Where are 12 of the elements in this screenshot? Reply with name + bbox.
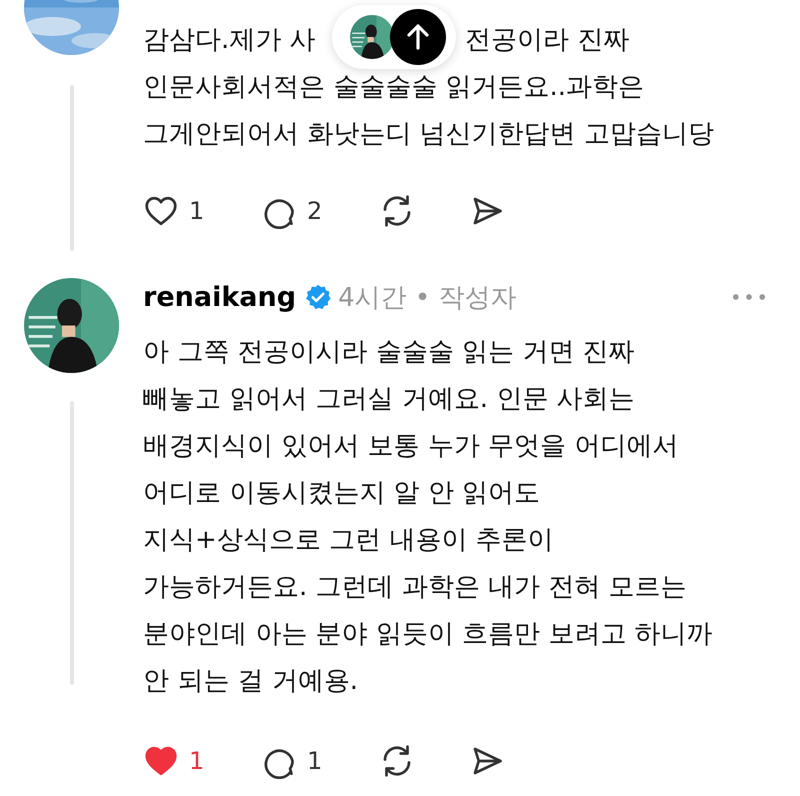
like-count: 1 [189, 197, 204, 225]
reply-count: 2 [307, 197, 322, 225]
username[interactable]: renaikang [143, 282, 296, 312]
comment-text: 감삼다.제가 사 [143, 24, 316, 57]
post-meta: 4시간 • 작성자 [338, 282, 516, 314]
comment-text: 아 그쪽 전공이시라 술술술 읽는 거면 진짜 빼놓고 읽어서 그러실 거예요. 인문 사회는 배경지식이 있어서 보통 누가 무엇을 어디에서 어디로 이동시켰는지 알 안 읽어도 지식+상식으로 그런 내용이 추론이 가능하거든요. 그런데 과학은 내가 전혀 모르는 분야인데 아는 분야 읽듯이 흐름만 보려고 하니까 안 되는 걸 거예용. [143, 336, 714, 698]
comment-text: 인문사회서적은 술술술술 읽거든요..과학은 그게안되어서 화낫는디 넘신기한답변 고맙습니당 [143, 71, 715, 151]
reply-count: 1 [307, 747, 322, 775]
like-count: 1 [189, 747, 204, 775]
comment-text: 전공이라 진짜 [465, 24, 630, 57]
more-options-icon[interactable] [732, 293, 766, 301]
arrow-up-icon[interactable] [390, 9, 446, 65]
